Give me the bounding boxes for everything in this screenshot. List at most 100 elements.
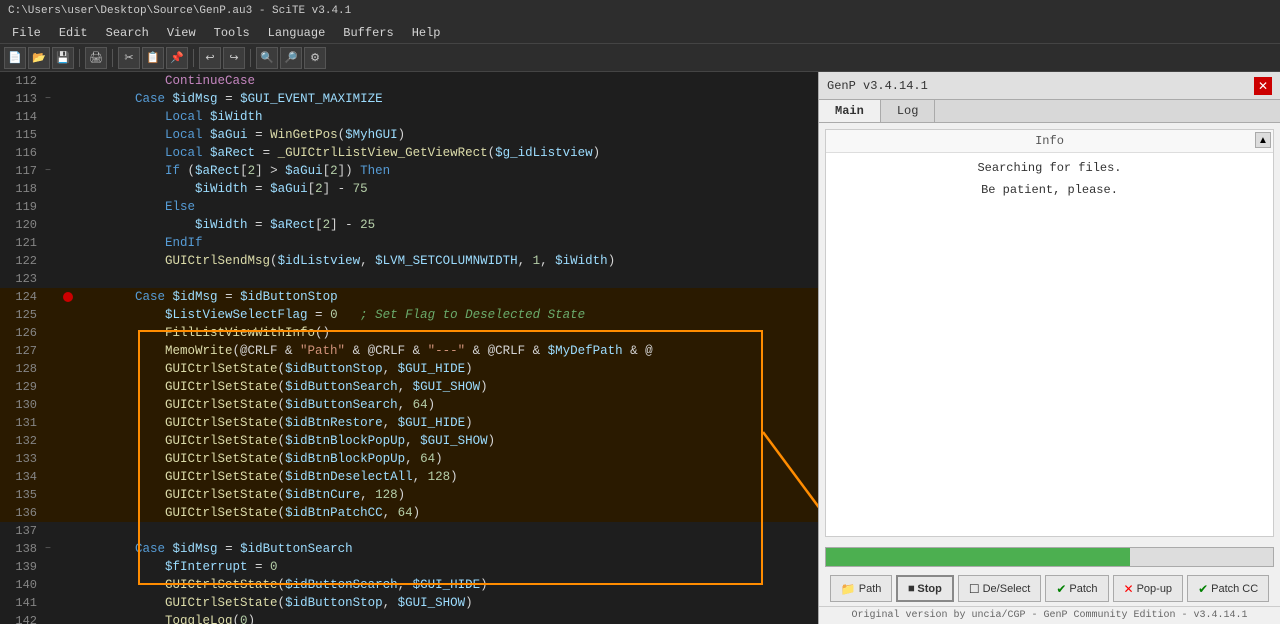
- line-num-124: 124: [0, 290, 45, 304]
- code-line-125: 125 $ListViewSelectFlag = 0 ; Set Flag t…: [0, 306, 818, 324]
- code-content-141: GUICtrlSetState($idButtonStop, $GUI_SHOW…: [75, 594, 818, 612]
- toolbar-paste[interactable]: 📌: [166, 47, 188, 69]
- code-content-135: GUICtrlSetState($idBtnCure, 128): [75, 486, 818, 504]
- code-line-121: 121 EndIf: [0, 234, 818, 252]
- tab-log[interactable]: Log: [881, 100, 936, 122]
- code-content-132: GUICtrlSetState($idBtnBlockPopUp, $GUI_S…: [75, 432, 818, 450]
- code-line-133: 133 GUICtrlSetState($idBtnBlockPopUp, 64…: [0, 450, 818, 468]
- code-line-135: 135 GUICtrlSetState($idBtnCure, 128): [0, 486, 818, 504]
- line-num-133: 133: [0, 452, 45, 466]
- code-lines: 112 ContinueCase 113 − Case $idMsg = $GU…: [0, 72, 818, 624]
- toolbar-find[interactable]: 🔍: [256, 47, 278, 69]
- fold-117[interactable]: −: [45, 166, 61, 177]
- menu-edit[interactable]: Edit: [51, 24, 96, 42]
- line-num-115: 115: [0, 128, 45, 142]
- toolbar: 📄 📂 💾 🖨 ✂ 📋 📌 ↩ ↪ 🔍 🔎 ⚙: [0, 44, 1280, 72]
- toolbar-redo[interactable]: ↪: [223, 47, 245, 69]
- code-line-127: 127 MemoWrite(@CRLF & "Path" & @CRLF & "…: [0, 342, 818, 360]
- menu-help[interactable]: Help: [404, 24, 449, 42]
- menu-view[interactable]: View: [159, 24, 204, 42]
- fold-138[interactable]: −: [45, 544, 61, 555]
- toolbar-undo[interactable]: ↩: [199, 47, 221, 69]
- line-num-139: 139: [0, 560, 45, 574]
- line-num-142: 142: [0, 614, 45, 624]
- code-line-139: 139 $fInterrupt = 0: [0, 558, 818, 576]
- code-content-127: MemoWrite(@CRLF & "Path" & @CRLF & "---"…: [75, 342, 818, 360]
- toolbar-save[interactable]: 💾: [52, 47, 74, 69]
- line-num-132: 132: [0, 434, 45, 448]
- code-content-116: Local $aRect = _GUICtrlListView_GetViewR…: [75, 144, 818, 162]
- genp-patient-text: Be patient, please.: [826, 179, 1273, 201]
- deselect-label: De/Select: [983, 583, 1031, 595]
- line-num-118: 118: [0, 182, 45, 196]
- line-num-112: 112: [0, 74, 45, 88]
- line-num-134: 134: [0, 470, 45, 484]
- patchcc-label: Patch CC: [1211, 583, 1258, 595]
- stop-button[interactable]: ⏹ Stop: [896, 575, 953, 602]
- path-icon: 📁: [841, 582, 856, 596]
- menu-language[interactable]: Language: [260, 24, 334, 42]
- genp-close-button[interactable]: ✕: [1254, 77, 1272, 95]
- code-line-120: 120 $iWidth = $aRect[2] - 25: [0, 216, 818, 234]
- code-content-121: EndIf: [75, 234, 818, 252]
- genp-scroll-up[interactable]: ▲: [1255, 132, 1271, 148]
- code-content-115: Local $aGui = WinGetPos($MyhGUI): [75, 126, 818, 144]
- code-line-129: 129 GUICtrlSetState($idButtonSearch, $GU…: [0, 378, 818, 396]
- code-content-130: GUICtrlSetState($idButtonSearch, 64): [75, 396, 818, 414]
- genp-progress-fill: [826, 548, 1130, 566]
- code-content-142: ToggleLog(0): [75, 612, 818, 624]
- code-content-128: GUICtrlSetState($idButtonStop, $GUI_HIDE…: [75, 360, 818, 378]
- patchcc-button[interactable]: ✔ Patch CC: [1187, 575, 1269, 602]
- line-num-116: 116: [0, 146, 45, 160]
- deselect-button[interactable]: ☐ De/Select: [958, 575, 1041, 602]
- line-num-138: 138: [0, 542, 45, 556]
- genp-panel: GenP v3.4.14.1 ✕ Main Log Info ▲ Searchi…: [818, 72, 1280, 624]
- popup-button[interactable]: ✕ Pop-up: [1113, 575, 1184, 602]
- code-line-128: 128 GUICtrlSetState($idButtonStop, $GUI_…: [0, 360, 818, 378]
- fold-113[interactable]: −: [45, 94, 61, 105]
- code-content-126: FillListViewWithInfo(): [75, 324, 818, 342]
- toolbar-open[interactable]: 📂: [28, 47, 50, 69]
- code-line-134: 134 GUICtrlSetState($idBtnDeselectAll, 1…: [0, 468, 818, 486]
- code-editor[interactable]: 112 ContinueCase 113 − Case $idMsg = $GU…: [0, 72, 818, 624]
- line-num-114: 114: [0, 110, 45, 124]
- bp-124: [61, 292, 75, 302]
- code-line-124: 124 Case $idMsg = $idButtonStop: [0, 288, 818, 306]
- line-num-126: 126: [0, 326, 45, 340]
- line-num-117: 117: [0, 164, 45, 178]
- menu-tools[interactable]: Tools: [206, 24, 258, 42]
- line-num-128: 128: [0, 362, 45, 376]
- code-content-114: Local $iWidth: [75, 108, 818, 126]
- toolbar-copy[interactable]: 📋: [142, 47, 164, 69]
- toolbar-cut[interactable]: ✂: [118, 47, 140, 69]
- toolbar-new[interactable]: 📄: [4, 47, 26, 69]
- menu-buffers[interactable]: Buffers: [335, 24, 401, 42]
- patch-button[interactable]: ✔ Patch: [1045, 575, 1108, 602]
- line-num-137: 137: [0, 524, 45, 538]
- toolbar-sep2: [112, 49, 113, 67]
- code-content-140: GUICtrlSetState($idButtonSearch, $GUI_HI…: [75, 576, 818, 594]
- genp-info-header: Info ▲: [826, 130, 1273, 153]
- patchcc-icon: ✔: [1198, 582, 1208, 596]
- main-area: 112 ContinueCase 113 − Case $idMsg = $GU…: [0, 72, 1280, 624]
- line-num-140: 140: [0, 578, 45, 592]
- path-button[interactable]: 📁 Path: [830, 575, 893, 602]
- toolbar-sep3: [193, 49, 194, 67]
- code-content-113: Case $idMsg = $GUI_EVENT_MAXIMIZE: [75, 90, 818, 108]
- line-num-131: 131: [0, 416, 45, 430]
- tab-main[interactable]: Main: [819, 100, 881, 122]
- toolbar-print[interactable]: 🖨: [85, 47, 107, 69]
- code-line-132: 132 GUICtrlSetState($idBtnBlockPopUp, $G…: [0, 432, 818, 450]
- code-line-142: 142 ToggleLog(0): [0, 612, 818, 624]
- menu-file[interactable]: File: [4, 24, 49, 42]
- line-num-121: 121: [0, 236, 45, 250]
- stop-label: Stop: [917, 583, 941, 595]
- patch-label: Patch: [1069, 583, 1097, 595]
- menu-search[interactable]: Search: [98, 24, 157, 42]
- toolbar-sep1: [79, 49, 80, 67]
- toolbar-macro[interactable]: ⚙: [304, 47, 326, 69]
- line-num-127: 127: [0, 344, 45, 358]
- toolbar-findnext[interactable]: 🔎: [280, 47, 302, 69]
- code-content-125: $ListViewSelectFlag = 0 ; Set Flag to De…: [75, 306, 818, 324]
- code-line-122: 122 GUICtrlSendMsg($idListview, $LVM_SET…: [0, 252, 818, 270]
